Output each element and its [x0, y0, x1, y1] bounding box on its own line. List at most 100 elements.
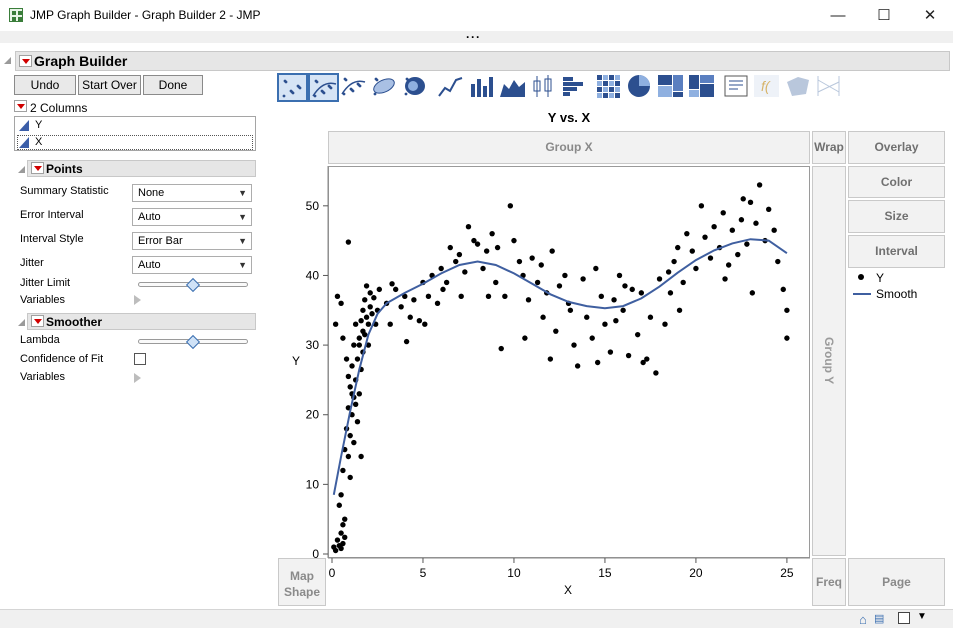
data-point [351, 439, 357, 446]
data-point [525, 297, 532, 303]
data-point [684, 230, 690, 237]
data-point [647, 314, 654, 320]
data-point [338, 300, 344, 307]
data-point [349, 363, 355, 369]
data-point [735, 251, 741, 258]
data-point [407, 314, 413, 320]
x-tick-label: 10 [507, 566, 521, 580]
data-point [340, 335, 346, 341]
data-point [347, 474, 353, 481]
data-point [611, 297, 617, 303]
data-point [456, 251, 463, 258]
x-tick-label: 0 [329, 566, 336, 580]
data-point [562, 272, 568, 279]
x-axis-label[interactable]: X [564, 583, 572, 597]
data-point [493, 279, 499, 286]
data-point [392, 286, 399, 293]
data-point [389, 281, 395, 287]
data-point [534, 279, 541, 286]
data-point [507, 203, 514, 209]
data-point [387, 321, 393, 327]
window-list-icon[interactable]: ▤ [874, 612, 884, 625]
scatter-chart: 0 5 10 15 20 25 0 10 20 30 40 50 [306, 166, 810, 580]
data-point [411, 297, 417, 303]
data-point [680, 279, 686, 286]
data-point [620, 307, 626, 313]
data-point [640, 359, 646, 366]
data-point [434, 300, 441, 307]
data-point [547, 356, 554, 362]
data-point [775, 258, 781, 265]
data-point [662, 321, 668, 327]
data-point [485, 293, 492, 300]
chevron-down-icon[interactable]: ▼ [917, 611, 927, 622]
data-point [698, 203, 705, 209]
data-point [351, 342, 357, 348]
data-point [354, 418, 361, 425]
data-point [707, 255, 714, 261]
data-point [480, 265, 486, 272]
data-point [720, 210, 726, 216]
x-tick-label: 20 [689, 566, 703, 580]
data-point [356, 342, 362, 348]
data-point [342, 516, 348, 522]
data-point [356, 335, 362, 341]
data-point [553, 328, 559, 334]
data-point [360, 307, 366, 313]
data-point [347, 432, 353, 439]
data-point [367, 290, 373, 296]
data-point [738, 217, 745, 223]
y-tick-label: 0 [312, 547, 319, 561]
data-point [494, 244, 501, 251]
data-point [334, 537, 341, 543]
data-point [340, 467, 346, 474]
data-point [740, 196, 746, 202]
data-point [438, 265, 444, 272]
data-point [453, 258, 459, 265]
data-point [338, 492, 344, 498]
data-point [725, 262, 732, 268]
y-axis-label[interactable]: Y [292, 354, 300, 368]
data-point [538, 262, 544, 268]
data-point [625, 352, 632, 359]
data-point [483, 248, 490, 254]
data-point [571, 342, 577, 348]
data-point [522, 335, 528, 341]
data-point [443, 279, 450, 286]
data-point [403, 338, 410, 345]
data-point [747, 199, 754, 206]
data-point [425, 293, 432, 300]
data-point [352, 321, 359, 327]
home-icon[interactable]: ⌂ [859, 612, 867, 627]
data-point [352, 401, 359, 407]
data-point [340, 522, 346, 528]
data-point [398, 304, 404, 310]
data-point [358, 453, 364, 460]
data-point [340, 540, 346, 547]
y-tick-label: 30 [306, 338, 320, 352]
data-point [665, 269, 672, 275]
data-point [336, 502, 342, 508]
data-point [722, 276, 728, 282]
data-point [338, 530, 344, 536]
data-point [371, 295, 377, 301]
data-point [334, 293, 341, 300]
x-tick-label: 25 [780, 566, 794, 580]
data-point [729, 227, 736, 233]
data-point [516, 258, 523, 265]
data-point [593, 265, 599, 272]
data-point [629, 286, 635, 293]
x-tick-label: 5 [420, 566, 427, 580]
data-point [345, 453, 352, 460]
data-point [362, 297, 368, 303]
data-point [338, 545, 344, 552]
data-point [462, 269, 468, 275]
data-point [358, 318, 364, 324]
window-select-icon[interactable] [898, 612, 910, 624]
y-tick-label: 10 [306, 477, 320, 491]
y-tick-label: 50 [306, 199, 320, 213]
data-point [594, 359, 601, 366]
data-point [622, 283, 628, 289]
data-point [360, 328, 366, 334]
data-point [376, 286, 383, 293]
